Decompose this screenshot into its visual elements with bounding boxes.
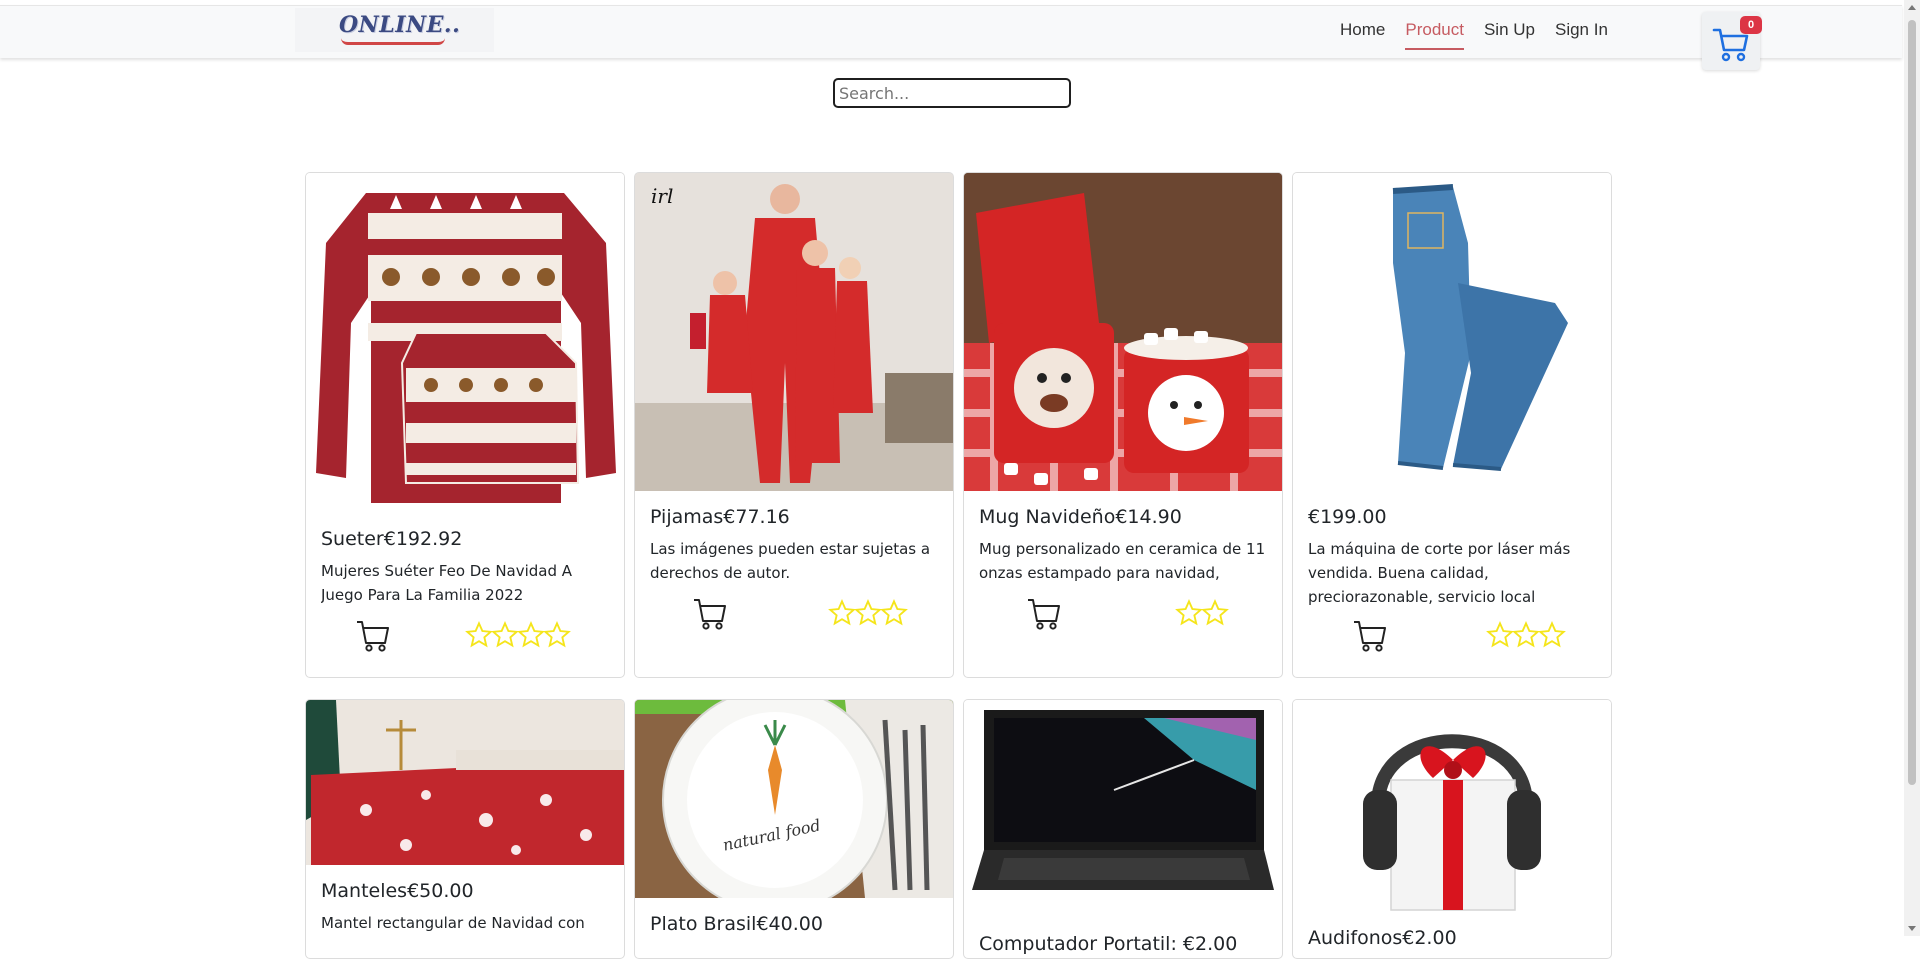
star-icon (491, 621, 519, 648)
product-title: Manteles€50.00 (321, 880, 474, 902)
product-card: natural food Plato Brasil€40.00 (634, 699, 954, 959)
product-description: Mujeres Suéter Feo De Navidad A Juego Pa… (321, 562, 573, 604)
logo-text: ONLINE.. (339, 12, 461, 38)
product-description: Mantel rectangular de Navidad con (321, 914, 585, 932)
product-card: Computador Portatil: €2.00 (963, 699, 1283, 959)
rating-stars (465, 621, 571, 649)
product-card: Sueter€192.92 Mujeres Suéter Feo De Navi… (305, 172, 625, 678)
logo-swoosh (341, 38, 445, 45)
star-icon (1512, 621, 1540, 648)
star-icon (854, 599, 882, 626)
star-icon (1201, 599, 1229, 626)
star-icon (543, 621, 571, 648)
star-icon (828, 599, 856, 626)
nav-product-link[interactable]: Product (1405, 20, 1464, 50)
scrollbar-thumb[interactable] (1908, 20, 1916, 785)
star-icon (1175, 599, 1203, 626)
product-card: €199.00 La máquina de corte por láser má… (1292, 172, 1612, 678)
search-input[interactable] (833, 78, 1071, 108)
product-title: Mug Navideño€14.90 (979, 506, 1182, 528)
star-icon (465, 621, 493, 648)
rating-stars (828, 599, 908, 627)
product-title: €199.00 (1308, 506, 1387, 528)
image-caption: irl (651, 184, 673, 208)
product-card: irl Pijamas€77.16 Las imágenes pueden es… (634, 172, 954, 678)
add-to-cart-icon[interactable] (692, 595, 728, 631)
rating-stars (1175, 599, 1229, 627)
page-scrollbar[interactable] (1904, 0, 1920, 936)
product-description: Mug personalizado en ceramica de 11 onza… (979, 540, 1266, 582)
pajamas-image: irl (635, 173, 953, 491)
laptop-image (964, 700, 1282, 918)
mugs-image (964, 173, 1282, 491)
plate-image: natural food (635, 700, 953, 898)
scroll-up-arrow-icon[interactable] (1908, 5, 1916, 10)
nav-signup-link[interactable]: Sin Up (1484, 20, 1535, 50)
nav-home-link[interactable]: Home (1340, 20, 1385, 50)
brand-logo[interactable]: ONLINE.. (295, 8, 494, 52)
star-icon (517, 621, 545, 648)
product-title: Audifonos€2.00 (1308, 927, 1457, 949)
star-icon (1486, 621, 1514, 648)
add-to-cart-icon[interactable] (1026, 595, 1062, 631)
jeans-image (1293, 173, 1611, 491)
product-card: Mug Navideño€14.90 Mug personalizado en … (963, 172, 1283, 678)
star-icon (1538, 621, 1566, 648)
product-title: Pijamas€77.16 (650, 506, 790, 528)
rating-stars (1486, 621, 1566, 649)
navbar: ONLINE.. Home Product Sin Up Sign In (0, 5, 1902, 58)
product-card: Audifonos€2.00 (1292, 699, 1612, 959)
cart-button[interactable]: 0 (1702, 12, 1762, 70)
tablecloth-image (306, 700, 624, 865)
product-description: La máquina de corte por láser más vendid… (1308, 540, 1571, 606)
cart-count-badge: 0 (1740, 16, 1762, 34)
product-description: Las imágenes pueden estar sujetas a dere… (650, 540, 931, 582)
scroll-down-arrow-icon[interactable] (1908, 926, 1916, 931)
add-to-cart-icon[interactable] (355, 617, 391, 653)
sweater-image (306, 173, 624, 513)
add-to-cart-icon[interactable] (1352, 617, 1388, 653)
headphones-gift-image (1293, 700, 1611, 912)
nav-links: Home Product Sin Up Sign In (1340, 20, 1628, 50)
product-card: Manteles€50.00 Mantel rectangular de Nav… (305, 699, 625, 959)
star-icon (880, 599, 908, 626)
product-title: Sueter€192.92 (321, 528, 463, 550)
product-title: Plato Brasil€40.00 (650, 913, 823, 935)
nav-signin-link[interactable]: Sign In (1555, 20, 1608, 50)
